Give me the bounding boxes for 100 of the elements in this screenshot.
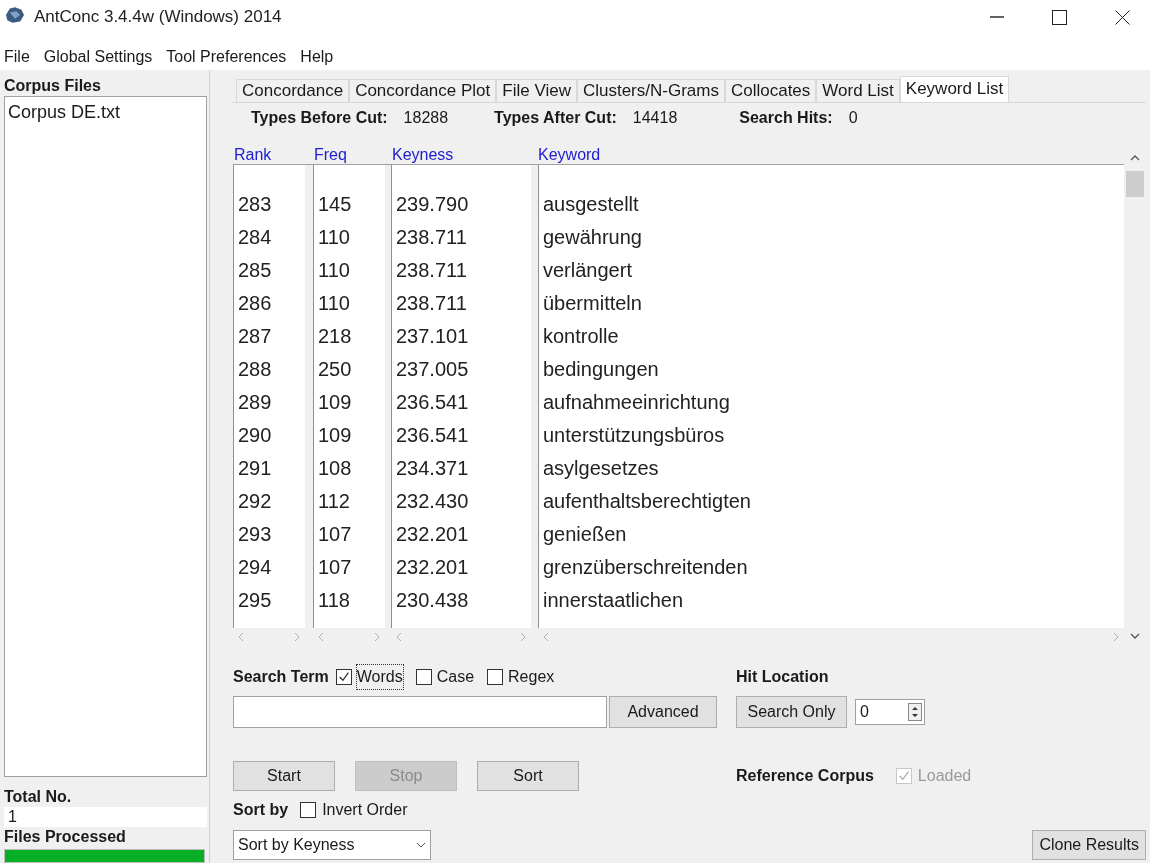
table-cell-text: 290 (238, 422, 272, 448)
chevron-down-icon (416, 842, 426, 848)
count-field: 1 (4, 807, 207, 827)
close-icon[interactable] (1115, 9, 1130, 25)
tab[interactable]: Collocates (724, 79, 817, 102)
checkbox[interactable] (487, 669, 504, 685)
table-cell-text: aufenthaltsberechtigten (543, 488, 751, 514)
field-label: Search Term (233, 667, 329, 687)
stat-label: Types Before Cut: (251, 107, 388, 128)
tab[interactable]: Clusters/N-Grams (576, 79, 725, 102)
search-only-button[interactable]: Search Only (736, 696, 847, 728)
column-header[interactable]: Rank (234, 146, 272, 163)
tab[interactable]: File View (496, 79, 577, 102)
action-button[interactable]: Sort (477, 761, 579, 791)
checkbox[interactable] (415, 669, 432, 685)
table-cell-text: 292 (238, 488, 272, 514)
tab[interactable]: Concordance Plot (349, 79, 497, 102)
scroll-left-icon[interactable] (542, 632, 549, 642)
tab[interactable]: Word List (816, 79, 900, 102)
checkbox-label[interactable]: Case (436, 665, 475, 689)
scroll-down-icon[interactable] (1130, 633, 1140, 640)
table-cell-text: 288 (238, 356, 272, 382)
field-label: Total No. (4, 787, 73, 807)
table-cell-text: genießen (543, 521, 627, 547)
scroll-right-icon[interactable] (294, 632, 301, 642)
table-cell-text: innerstaatlichen (543, 587, 684, 613)
clone-results-button[interactable]: Clone Results (1032, 830, 1146, 860)
spinner-arrows-icon[interactable] (908, 703, 922, 721)
table-cell-text: 118 (318, 587, 350, 613)
table-cell-text: 110 (318, 290, 350, 316)
table-cell-text: 232.201 (396, 554, 469, 580)
search-field[interactable] (233, 696, 607, 728)
action-button[interactable]: Start (233, 761, 335, 791)
menu-item[interactable]: Help (300, 45, 334, 69)
table-cell-text: 218 (318, 323, 352, 349)
table-cell-text: 287 (238, 323, 272, 349)
table-cell-text: 107 (318, 521, 352, 547)
table-cell-text: übermitteln (543, 290, 642, 316)
sort-dropdown[interactable]: Sort by Keyness (233, 830, 431, 860)
tab[interactable]: Keyword List (899, 76, 1010, 103)
table-cell-text: ausgestellt (543, 191, 639, 217)
table-cell-text: 236.541 (396, 389, 469, 415)
scroll-up-icon[interactable] (1130, 154, 1140, 161)
checkbox[interactable] (335, 669, 352, 685)
scroll-right-icon[interactable] (374, 632, 381, 642)
table-cell-text: gewährung (543, 224, 642, 250)
table-cell-text: 238.711 (396, 290, 467, 316)
stat-value: 18288 (403, 107, 449, 128)
menu-item[interactable]: Global Settings (43, 45, 153, 69)
table-cell-text: 286 (238, 290, 272, 316)
table-cell-text: 250 (318, 356, 352, 382)
number-spinner[interactable]: 0 (855, 699, 925, 725)
app-icon (4, 6, 26, 24)
table-cell-text: 110 (318, 257, 350, 283)
tab[interactable]: Concordance (236, 79, 350, 102)
menu-item[interactable]: File (4, 45, 30, 69)
table-cell-text: 239.790 (396, 191, 469, 217)
table-cell-text: 232.430 (396, 488, 469, 514)
field-label: Hit Location (736, 667, 830, 687)
column-header[interactable]: Keyword (538, 146, 601, 163)
table-cell-text: 238.711 (396, 257, 467, 283)
checkbox[interactable] (300, 802, 317, 818)
corpus-file[interactable]: Corpus DE.txt (5, 99, 206, 126)
table-cell-text: 109 (318, 389, 352, 415)
scrollbar-thumb[interactable] (1126, 171, 1144, 197)
table-cell-text: bedingungen (543, 356, 659, 382)
advanced-button[interactable]: Advanced (609, 696, 717, 728)
table-cell-text: 110 (318, 224, 350, 250)
table-cell-text: aufnahmeeinrichtung (543, 389, 730, 415)
table-cell-text: 289 (238, 389, 272, 415)
table-cell-text: verlängert (543, 257, 632, 283)
table-cell-text: 234.371 (396, 455, 469, 481)
field-label: Sort by (233, 800, 289, 820)
table-cell-text: 109 (318, 422, 352, 448)
panel-title: Corpus Files (4, 76, 102, 96)
table-cell-text: 145 (318, 191, 352, 217)
scroll-left-icon[interactable] (395, 632, 402, 642)
table-cell-text: 238.711 (396, 224, 467, 250)
table-cell-text: 291 (238, 455, 272, 481)
table-cell-text: 237.101 (396, 323, 469, 349)
field-label: Reference Corpus (736, 766, 874, 786)
table-cell-text: 112 (318, 488, 350, 514)
menu-item[interactable]: Tool Preferences (166, 45, 287, 69)
table-cell-text: unterstützungsbüros (543, 422, 725, 448)
column-header[interactable]: Keyness (392, 146, 454, 163)
scroll-left-icon[interactable] (317, 632, 324, 642)
scroll-left-icon[interactable] (237, 632, 244, 642)
stat-label: Types After Cut: (494, 107, 617, 128)
window-title: AntConc 3.4.4w (Windows) 2014 (34, 6, 282, 28)
maximize-icon[interactable] (1052, 9, 1067, 25)
table-cell-text: 295 (238, 587, 272, 613)
stat-value: 0 (848, 107, 858, 128)
column-header[interactable]: Freq (314, 146, 347, 163)
scroll-right-icon[interactable] (520, 632, 527, 642)
checkbox-label[interactable]: Regex (508, 665, 555, 689)
table-cell-text: 283 (238, 191, 272, 217)
checkbox-label[interactable]: Words (356, 665, 403, 689)
table-cell-text: 284 (238, 224, 272, 250)
checkbox-label[interactable]: Invert Order (322, 798, 408, 822)
scroll-right-icon[interactable] (1113, 632, 1120, 642)
